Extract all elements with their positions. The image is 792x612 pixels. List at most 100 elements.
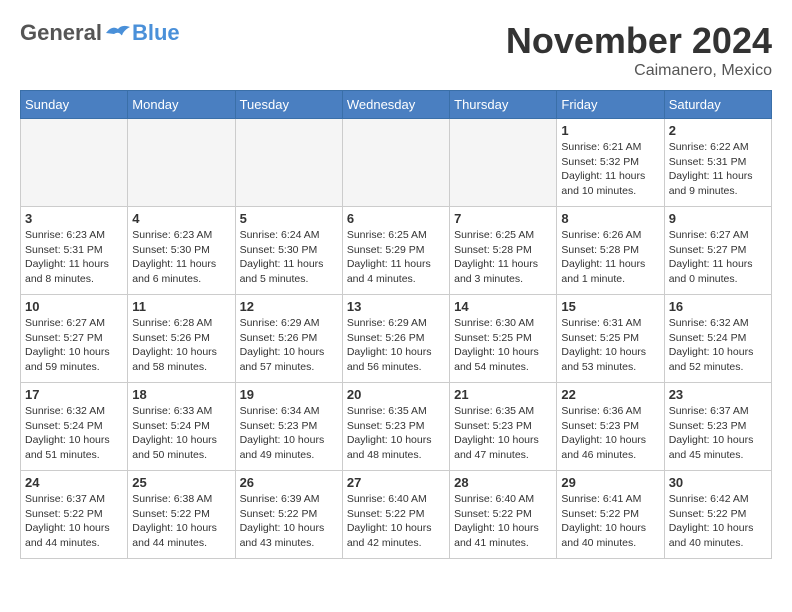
calendar-cell: 29 Sunrise: 6:41 AMSunset: 5:22 PMDayligh… xyxy=(557,471,664,559)
calendar-week-row: 10Sunrise: 6:27 AMSunset: 5:27 PMDayligh… xyxy=(21,295,772,383)
day-number: 13 xyxy=(347,299,445,314)
calendar-cell: 12Sunrise: 6:29 AMSunset: 5:26 PMDayligh… xyxy=(235,295,342,383)
calendar-cell xyxy=(342,119,449,207)
calendar-table: SundayMondayTuesdayWednesdayThursdayFrid… xyxy=(20,90,772,559)
calendar-cell: 27 Sunrise: 6:40 AMSunset: 5:22 PMDayligh… xyxy=(342,471,449,559)
day-number: 16 xyxy=(669,299,767,314)
day-number: 1 xyxy=(561,123,659,138)
day-info: Sunrise: 6:41 AMSunset: 5:22 PMDaylight:… xyxy=(561,492,659,551)
day-number: 8 xyxy=(561,211,659,226)
day-info: Sunrise: 6:32 AMSunset: 5:24 PMDaylight:… xyxy=(669,316,767,375)
day-number: 5 xyxy=(240,211,338,226)
logo-blue-text: Blue xyxy=(132,20,180,46)
calendar-cell: 5Sunrise: 6:24 AMSunset: 5:30 PMDaylight… xyxy=(235,207,342,295)
day-number: 6 xyxy=(347,211,445,226)
day-info: Sunrise: 6:29 AMSunset: 5:26 PMDaylight:… xyxy=(240,316,338,375)
column-header-friday: Friday xyxy=(557,91,664,119)
calendar-cell: 23 Sunrise: 6:37 AMSunset: 5:23 PMDayligh… xyxy=(664,383,771,471)
day-number: 23 xyxy=(669,387,767,402)
day-info: Sunrise: 6:37 AMSunset: 5:23 PMDaylight:… xyxy=(669,404,767,463)
day-info: Sunrise: 6:35 AMSunset: 5:23 PMDaylight:… xyxy=(347,404,445,463)
day-info: Sunrise: 6:39 AMSunset: 5:22 PMDaylight:… xyxy=(240,492,338,551)
month-title: November 2024 xyxy=(506,20,772,62)
title-block: November 2024 Caimanero, Mexico xyxy=(506,20,772,80)
day-info: Sunrise: 6:29 AMSunset: 5:26 PMDaylight:… xyxy=(347,316,445,375)
day-info: Sunrise: 6:23 AMSunset: 5:31 PMDaylight:… xyxy=(25,228,123,287)
day-info: Sunrise: 6:25 AMSunset: 5:29 PMDaylight:… xyxy=(347,228,445,287)
calendar-cell: 17 Sunrise: 6:32 AMSunset: 5:24 PMDayligh… xyxy=(21,383,128,471)
calendar-cell: 30Sunrise: 6:42 AMSunset: 5:22 PMDayligh… xyxy=(664,471,771,559)
calendar-cell: 10Sunrise: 6:27 AMSunset: 5:27 PMDayligh… xyxy=(21,295,128,383)
day-info: Sunrise: 6:22 AMSunset: 5:31 PMDaylight:… xyxy=(669,140,767,199)
calendar-cell: 18Sunrise: 6:33 AMSunset: 5:24 PMDayligh… xyxy=(128,383,235,471)
column-header-tuesday: Tuesday xyxy=(235,91,342,119)
location-subtitle: Caimanero, Mexico xyxy=(506,62,772,80)
column-header-saturday: Saturday xyxy=(664,91,771,119)
day-info: Sunrise: 6:34 AMSunset: 5:23 PMDaylight:… xyxy=(240,404,338,463)
calendar-cell: 21 Sunrise: 6:35 AMSunset: 5:23 PMDayligh… xyxy=(450,383,557,471)
column-header-sunday: Sunday xyxy=(21,91,128,119)
calendar-cell xyxy=(235,119,342,207)
day-number: 26 xyxy=(240,475,338,490)
day-info: Sunrise: 6:40 AMSunset: 5:22 PMDaylight:… xyxy=(347,492,445,551)
day-info: Sunrise: 6:26 AMSunset: 5:28 PMDaylight:… xyxy=(561,228,659,287)
column-header-monday: Monday xyxy=(128,91,235,119)
calendar-cell: 16 Sunrise: 6:32 AMSunset: 5:24 PMDayligh… xyxy=(664,295,771,383)
day-info: Sunrise: 6:28 AMSunset: 5:26 PMDaylight:… xyxy=(132,316,230,375)
calendar-week-row: 24 Sunrise: 6:37 AMSunset: 5:22 PMDayligh… xyxy=(21,471,772,559)
day-number: 17 xyxy=(25,387,123,402)
day-number: 11 xyxy=(132,299,230,314)
day-number: 2 xyxy=(669,123,767,138)
logo-general-text: General xyxy=(20,20,102,46)
calendar-week-row: 3 Sunrise: 6:23 AMSunset: 5:31 PMDaylight… xyxy=(21,207,772,295)
day-info: Sunrise: 6:31 AMSunset: 5:25 PMDaylight:… xyxy=(561,316,659,375)
calendar-week-row: 17 Sunrise: 6:32 AMSunset: 5:24 PMDayligh… xyxy=(21,383,772,471)
day-info: Sunrise: 6:42 AMSunset: 5:22 PMDaylight:… xyxy=(669,492,767,551)
calendar-cell: 11 Sunrise: 6:28 AMSunset: 5:26 PMDayligh… xyxy=(128,295,235,383)
day-info: Sunrise: 6:35 AMSunset: 5:23 PMDaylight:… xyxy=(454,404,552,463)
day-info: Sunrise: 6:40 AMSunset: 5:22 PMDaylight:… xyxy=(454,492,552,551)
column-header-thursday: Thursday xyxy=(450,91,557,119)
day-info: Sunrise: 6:38 AMSunset: 5:22 PMDaylight:… xyxy=(132,492,230,551)
calendar-cell: 15 Sunrise: 6:31 AMSunset: 5:25 PMDayligh… xyxy=(557,295,664,383)
calendar-cell: 6 Sunrise: 6:25 AMSunset: 5:29 PMDaylight… xyxy=(342,207,449,295)
day-number: 28 xyxy=(454,475,552,490)
day-number: 3 xyxy=(25,211,123,226)
calendar-week-row: 1 Sunrise: 6:21 AMSunset: 5:32 PMDaylight… xyxy=(21,119,772,207)
column-header-wednesday: Wednesday xyxy=(342,91,449,119)
calendar-header-row: SundayMondayTuesdayWednesdayThursdayFrid… xyxy=(21,91,772,119)
calendar-cell xyxy=(450,119,557,207)
day-info: Sunrise: 6:25 AMSunset: 5:28 PMDaylight:… xyxy=(454,228,552,287)
day-info: Sunrise: 6:32 AMSunset: 5:24 PMDaylight:… xyxy=(25,404,123,463)
day-number: 27 xyxy=(347,475,445,490)
calendar-cell: 26 Sunrise: 6:39 AMSunset: 5:22 PMDayligh… xyxy=(235,471,342,559)
day-number: 24 xyxy=(25,475,123,490)
calendar-cell xyxy=(21,119,128,207)
calendar-cell xyxy=(128,119,235,207)
calendar-cell: 24 Sunrise: 6:37 AMSunset: 5:22 PMDayligh… xyxy=(21,471,128,559)
day-info: Sunrise: 6:27 AMSunset: 5:27 PMDaylight:… xyxy=(25,316,123,375)
day-info: Sunrise: 6:21 AMSunset: 5:32 PMDaylight:… xyxy=(561,140,659,199)
day-number: 14 xyxy=(454,299,552,314)
calendar-cell: 2 Sunrise: 6:22 AMSunset: 5:31 PMDaylight… xyxy=(664,119,771,207)
day-number: 19 xyxy=(240,387,338,402)
day-info: Sunrise: 6:36 AMSunset: 5:23 PMDaylight:… xyxy=(561,404,659,463)
logo: General Blue xyxy=(20,20,180,46)
calendar-cell: 25Sunrise: 6:38 AMSunset: 5:22 PMDayligh… xyxy=(128,471,235,559)
day-info: Sunrise: 6:33 AMSunset: 5:24 PMDaylight:… xyxy=(132,404,230,463)
day-number: 15 xyxy=(561,299,659,314)
day-number: 4 xyxy=(132,211,230,226)
day-info: Sunrise: 6:37 AMSunset: 5:22 PMDaylight:… xyxy=(25,492,123,551)
day-number: 29 xyxy=(561,475,659,490)
calendar-cell: 8 Sunrise: 6:26 AMSunset: 5:28 PMDaylight… xyxy=(557,207,664,295)
logo-bird-icon xyxy=(104,23,132,43)
day-number: 9 xyxy=(669,211,767,226)
day-number: 7 xyxy=(454,211,552,226)
calendar-cell: 3 Sunrise: 6:23 AMSunset: 5:31 PMDaylight… xyxy=(21,207,128,295)
calendar-cell: 9Sunrise: 6:27 AMSunset: 5:27 PMDaylight… xyxy=(664,207,771,295)
calendar-cell: 4Sunrise: 6:23 AMSunset: 5:30 PMDaylight… xyxy=(128,207,235,295)
day-number: 21 xyxy=(454,387,552,402)
calendar-cell: 19 Sunrise: 6:34 AMSunset: 5:23 PMDayligh… xyxy=(235,383,342,471)
calendar-cell: 22 Sunrise: 6:36 AMSunset: 5:23 PMDayligh… xyxy=(557,383,664,471)
day-number: 22 xyxy=(561,387,659,402)
